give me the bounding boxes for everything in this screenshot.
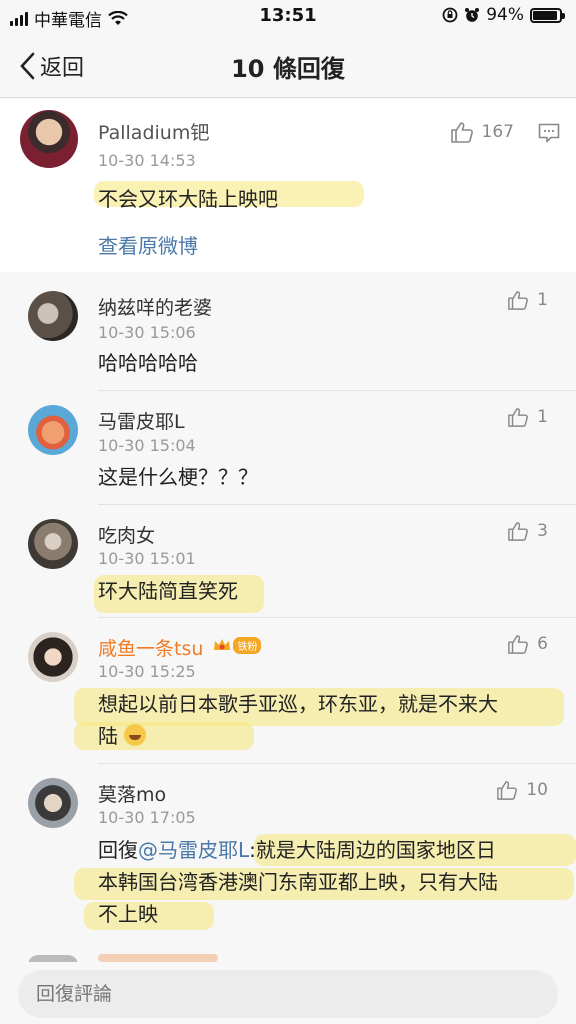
original-comment: Palladium钯 10-30 14:53 不会又环大陆上映吧 查看原微博 1… (0, 99, 576, 272)
thumbs-up-icon (508, 408, 529, 427)
laugh-emoji-icon (124, 724, 147, 746)
comment-text-line: 不上映 (98, 902, 158, 926)
like-count: 3 (537, 521, 548, 541)
thumbs-up-icon (450, 122, 473, 143)
comment-icon[interactable] (538, 123, 560, 143)
thumbs-up-icon (508, 291, 529, 310)
view-original-link[interactable]: 查看原微博 (98, 230, 198, 259)
comment-text-line: :就是大陆周边的国家地区日 (249, 838, 496, 862)
avatar[interactable] (28, 778, 78, 828)
comment-text: 回復@马雷皮耶L:就是大陆周边的国家地区日 本韩国台湾香港澳门东南亚都上映，只有… (98, 834, 548, 930)
fan-badge: 铁粉 (213, 636, 262, 654)
alarm-icon (465, 8, 480, 22)
thumbs-up-icon (497, 781, 518, 800)
author-name[interactable]: 纳兹咩的老婆 (98, 293, 212, 320)
author-name[interactable]: Palladium钯 (98, 118, 209, 145)
like-count: 6 (537, 634, 548, 654)
fan-badge-label: 铁粉 (233, 636, 262, 654)
mention-link[interactable]: @马雷皮耶L (138, 838, 249, 862)
comment-text: 想起以前日本歌手亚巡，环东亚，就是不来大 陆 (98, 688, 548, 752)
battery-fill (533, 10, 557, 20)
reply-input[interactable]: 回復評論 (18, 970, 558, 1018)
author-name[interactable]: 马雷皮耶L (98, 407, 185, 434)
timestamp: 10-30 15:04 (98, 436, 196, 455)
like-button[interactable]: 1 (507, 290, 548, 310)
like-count: 10 (526, 780, 548, 800)
avatar[interactable] (28, 519, 78, 569)
thumbs-up-icon (508, 522, 529, 541)
page-title: 10 條回復 (231, 55, 345, 83)
comment-text: 哈哈哈哈哈 (98, 351, 198, 375)
list-item: 莫落mo 10-30 17:05 回復@马雷皮耶L:就是大陆周边的国家地区日 本… (0, 764, 576, 944)
list-item: 咸鱼一条tsu 铁粉 10-30 15:25 想起以前日本歌手亚巡，环东亚，就是… (0, 618, 576, 764)
timestamp: 10-30 14:53 (98, 151, 196, 170)
thumbs-up-icon (508, 635, 529, 654)
list-item: 马雷皮耶L 10-30 15:04 这是什么梗？？？ 1 (0, 391, 576, 505)
avatar[interactable] (20, 110, 78, 168)
avatar[interactable] (28, 405, 78, 455)
list-item: 吃肉女 10-30 15:01 环大陆简直笑死 3 (0, 505, 576, 618)
list-item: 纳兹咩的老婆 10-30 15:06 哈哈哈哈哈 1 (0, 273, 576, 391)
like-count: 167 (481, 122, 514, 142)
rotation-lock-icon (442, 7, 458, 23)
comment-text-line: 本韩国台湾香港澳门东南亚都上映，只有大陆 (98, 870, 498, 894)
like-button[interactable]: 1 (507, 407, 548, 427)
timestamp: 10-30 17:05 (98, 808, 196, 827)
like-button[interactable]: 6 (507, 634, 548, 654)
like-button[interactable]: 167 (450, 121, 514, 143)
like-count: 1 (537, 290, 548, 310)
comment-text: 不会又环大陆上映吧 (98, 187, 278, 211)
timestamp: 10-30 15:01 (98, 549, 196, 568)
author-name[interactable]: 咸鱼一条tsu 铁粉 (98, 634, 262, 661)
nav-bar: 返回 10 條回復 (0, 32, 576, 98)
author-name[interactable]: 吃肉女 (98, 521, 155, 548)
status-bar: 中華電信 13:51 94% (0, 0, 576, 32)
author-name-text: 咸鱼一条tsu (98, 638, 204, 660)
author-name[interactable]: 莫落mo (98, 780, 166, 807)
author-name (98, 954, 218, 962)
reply-prefix: 回復 (98, 838, 138, 862)
comment-text: 环大陆简直笑死 (98, 579, 238, 603)
battery-icon (530, 7, 565, 23)
comment-text-line: 想起以前日本歌手亚巡，环东亚，就是不来大 (98, 692, 498, 716)
like-button[interactable]: 3 (507, 521, 548, 541)
status-right: 94% (442, 5, 565, 25)
comment-text-line: 陆 (98, 724, 118, 748)
timestamp: 10-30 15:06 (98, 323, 196, 342)
like-button[interactable]: 10 (496, 780, 548, 800)
reply-bar: 回復評論 (0, 962, 576, 1024)
avatar[interactable] (28, 291, 78, 341)
battery-percent: 94% (486, 5, 524, 25)
like-count: 1 (537, 407, 548, 427)
timestamp: 10-30 15:25 (98, 662, 196, 681)
comment-text: 这是什么梗？？？ (98, 465, 258, 489)
avatar[interactable] (28, 632, 78, 682)
crown-icon (214, 639, 231, 650)
